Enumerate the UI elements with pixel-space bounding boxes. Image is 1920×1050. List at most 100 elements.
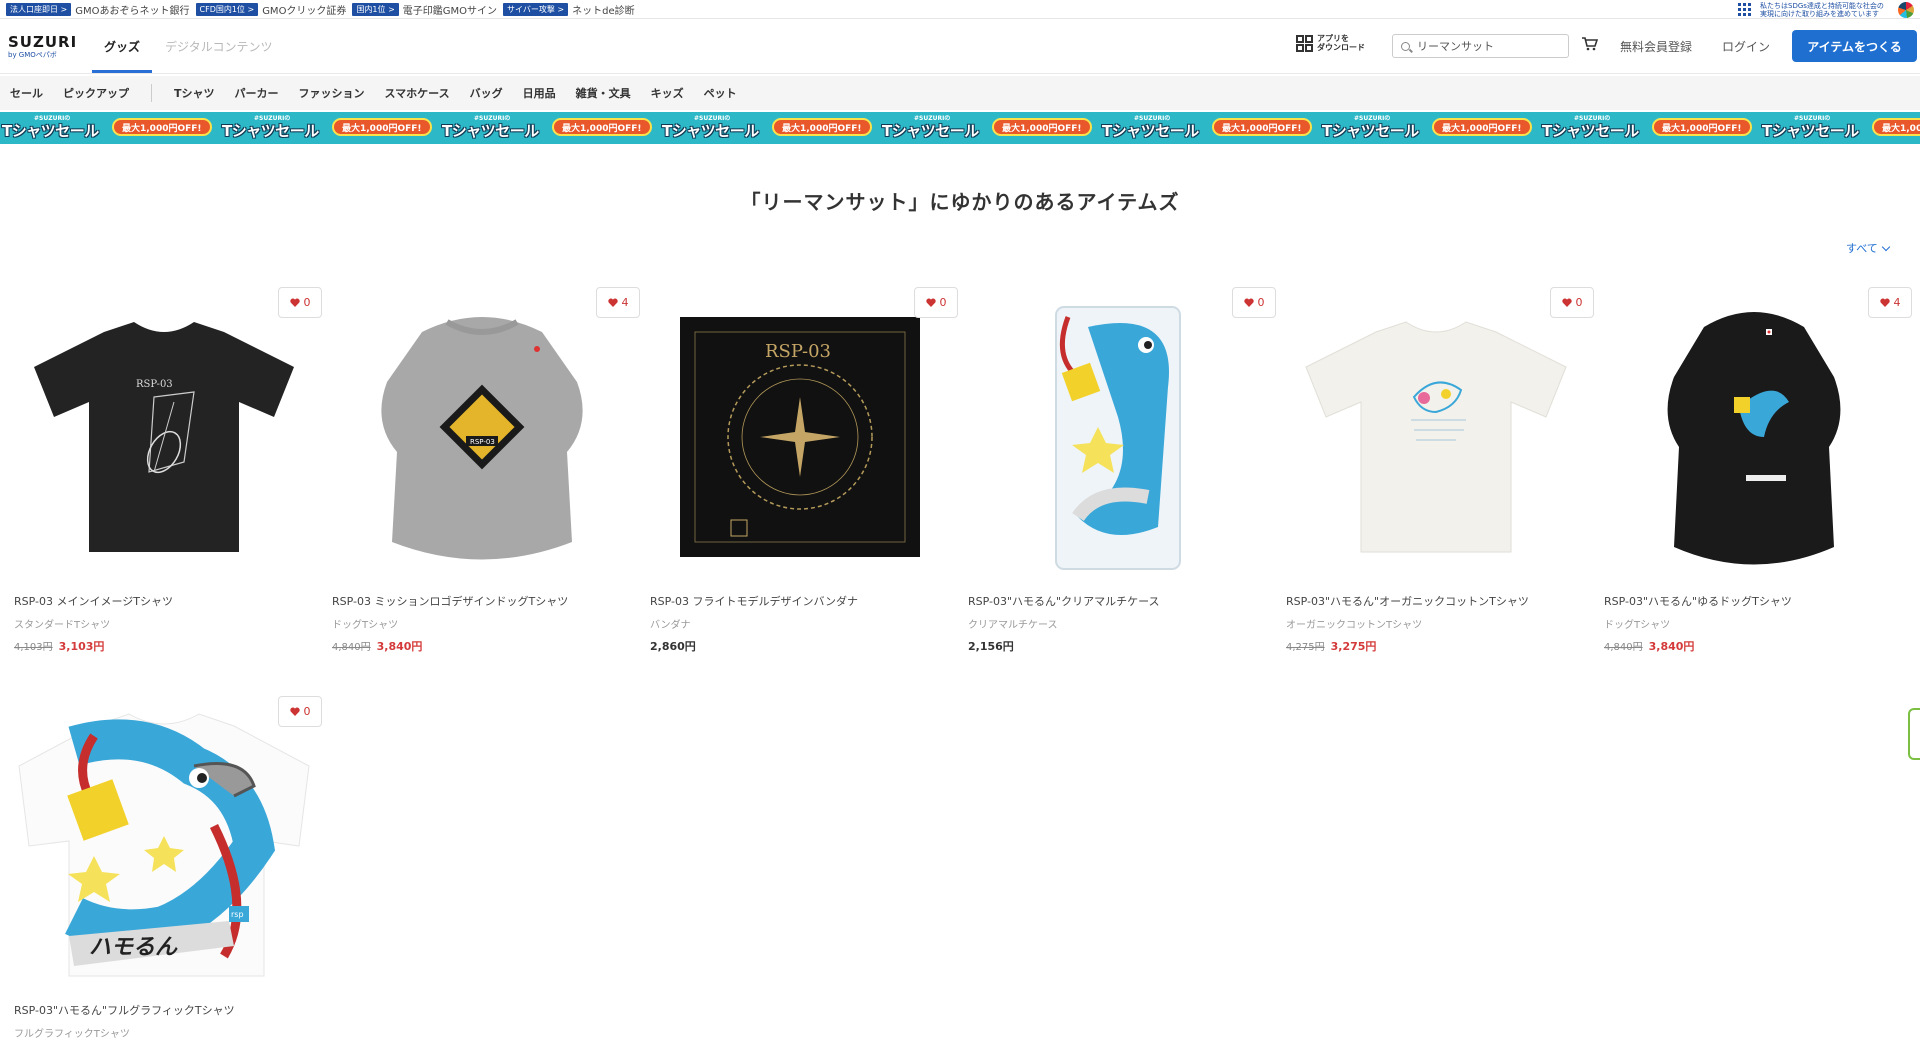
like-button[interactable]: 0: [914, 287, 958, 318]
banner-unit: #SUZURIのTシャツセール最大1,000円OFF!: [220, 112, 440, 144]
suzuri-logo[interactable]: SUZURI by GMOペパボ: [8, 33, 77, 60]
category-bag[interactable]: バッグ: [470, 85, 503, 101]
product-card[interactable]: RSP-03 0 RSP-03 メインイメージTシャツ スタンダードTシャツ 4…: [14, 287, 322, 654]
cart-icon[interactable]: [1582, 37, 1598, 51]
price-sale: 3,275円: [1330, 640, 1377, 653]
gmo-link-aozora[interactable]: 法人口座即日 > GMOあおぞらネット銀行: [6, 2, 190, 17]
side-feedback-tab[interactable]: [1908, 708, 1920, 760]
product-card[interactable]: ハモるん rsp 0 RSP-03"ハモるん"フルグラフィックTシャツ フルグラ…: [14, 696, 322, 1040]
like-button[interactable]: 4: [596, 287, 640, 318]
bandana-image: RSP-03: [680, 317, 920, 557]
gmo-right-area: 私たちはSDGs達成と持続可能な社会の実現に向けた取り組みを進めています: [1738, 0, 1914, 19]
heart-icon: [1879, 298, 1890, 307]
like-button[interactable]: 0: [278, 287, 322, 318]
product-card[interactable]: RSP-03 0 RSP-03 フライトモデルデザインバンダナ バンダナ 2,8…: [650, 287, 958, 654]
category-kids[interactable]: キッズ: [651, 85, 684, 101]
register-link[interactable]: 無料会員登録: [1620, 38, 1692, 55]
gmo-link-sign[interactable]: 国内1位 > 電子印鑑GMOサイン: [352, 2, 497, 17]
category-phone-case[interactable]: スマホケース: [385, 85, 450, 101]
search-box[interactable]: [1392, 34, 1569, 58]
product-card[interactable]: RSP-03 4 RSP-03 ミッションロゴデザインドッグTシャツ ドッグTシ…: [332, 287, 640, 654]
heart-icon: [1561, 298, 1572, 307]
like-button[interactable]: 0: [1232, 287, 1276, 318]
price-original: 4,103円: [14, 642, 53, 653]
tab-goods[interactable]: グッズ: [104, 38, 140, 55]
product-card[interactable]: 0 RSP-03"ハモるん"クリアマルチケース クリアマルチケース 2,156円: [968, 287, 1276, 654]
gmo-link-click[interactable]: CFD国内1位 > GMOクリック証券: [195, 2, 346, 17]
banner-title: Tシャツセール: [882, 122, 979, 140]
sdgs-wheel-icon[interactable]: [1898, 1, 1914, 18]
search-icon[interactable]: [1401, 41, 1410, 51]
like-button[interactable]: 0: [1550, 287, 1594, 318]
product-image[interactable]: RSP-03 0: [14, 287, 322, 587]
product-title[interactable]: RSP-03 メインイメージTシャツ: [14, 593, 314, 609]
gmo-badge: 国内1位 >: [352, 2, 399, 16]
product-image[interactable]: 0: [1286, 287, 1594, 587]
gmo-badge: CFD国内1位 >: [195, 2, 259, 16]
product-title[interactable]: RSP-03 フライトモデルデザインバンダナ: [650, 593, 950, 609]
category-nav: セール ピックアップ Tシャツ パーカー ファッション スマホケース バッグ 日…: [0, 76, 1920, 110]
category-pet[interactable]: ペット: [704, 85, 737, 101]
sdgs-text[interactable]: 私たちはSDGs達成と持続可能な社会の実現に向けた取り組みを進めています: [1760, 2, 1890, 18]
tshirt-print-text: RSP-03: [136, 379, 173, 390]
gmo-link-text: ネットde診断: [572, 5, 635, 17]
price: 2,860円: [650, 640, 696, 653]
category-divider: [151, 84, 152, 102]
category-pickup[interactable]: ピックアップ: [63, 85, 129, 101]
product-card[interactable]: 4 RSP-03"ハモるん"ゆるドッグTシャツ ドッグTシャツ 4,840円 3…: [1604, 287, 1912, 654]
price-sale: 3,103円: [58, 640, 105, 653]
category-parka[interactable]: パーカー: [235, 85, 279, 101]
gmo-link-netde[interactable]: サイバー攻撃 > ネットde診断: [503, 2, 635, 17]
black-dog-tshirt-image: [1667, 312, 1841, 565]
app-download-link[interactable]: アプリを ダウンロード: [1296, 34, 1365, 52]
banner-unit: #SUZURIのTシャツセール最大1,000円OFF!: [0, 112, 220, 144]
product-image[interactable]: ハモるん rsp 0: [14, 696, 322, 996]
banner-title: Tシャツセール: [442, 122, 539, 140]
search-input[interactable]: [1417, 39, 1557, 53]
tab-digital-content[interactable]: デジタルコンテンツ: [165, 38, 273, 55]
clear-case-image: [1055, 306, 1181, 570]
banner-discount-badge: 最大1,000円OFF!: [1872, 118, 1920, 136]
sale-banner[interactable]: #SUZURIの Tシャツセール 最大1,000円OFF! #SUZURIの Tシャツセ…: [0, 112, 1920, 144]
product-title[interactable]: RSP-03 ミッションロゴデザインドッグTシャツ: [332, 593, 632, 609]
bandana-print-text: RSP-03: [765, 341, 831, 362]
banner-title: Tシャツセール: [1762, 122, 1859, 140]
category-goods-stationery[interactable]: 雑貨・文具: [576, 85, 631, 101]
see-all-dropdown[interactable]: すべて: [1846, 240, 1891, 256]
category-daily[interactable]: 日用品: [523, 85, 556, 101]
banner-unit: #SUZURIのTシャツセール最大1,000円OFF!: [1540, 112, 1760, 144]
see-all-label: すべて: [1846, 242, 1878, 255]
product-type: オーガニックコットンTシャツ: [1286, 620, 1423, 631]
product-price: 4,840円 3,840円: [332, 638, 632, 654]
product-image[interactable]: RSP-03 0: [650, 287, 958, 587]
like-button[interactable]: 4: [1868, 287, 1912, 318]
like-count: 0: [1257, 296, 1265, 309]
organic-tshirt-image: [1305, 321, 1567, 553]
like-button[interactable]: 0: [278, 696, 322, 727]
banner-unit: #SUZURIのTシャツセール最大1,000円OFF!: [1100, 112, 1320, 144]
price-original: 4,840円: [1604, 642, 1643, 653]
product-image[interactable]: RSP-03 4: [332, 287, 640, 587]
full-graphic-print-text: ハモるん: [89, 935, 178, 960]
product-title[interactable]: RSP-03"ハモるん"フルグラフィックTシャツ: [14, 1002, 314, 1018]
app-download-line1: アプリを: [1317, 34, 1349, 43]
product-type: クリアマルチケース: [968, 620, 1058, 631]
like-count: 0: [303, 705, 311, 718]
product-title[interactable]: RSP-03"ハモるん"ゆるドッグTシャツ: [1604, 593, 1904, 609]
product-card[interactable]: 0 RSP-03"ハモるん"オーガニックコットンTシャツ オーガニックコットンT…: [1286, 287, 1594, 654]
login-link[interactable]: ログイン: [1722, 38, 1770, 55]
product-title[interactable]: RSP-03"ハモるん"クリアマルチケース: [968, 593, 1268, 609]
product-image[interactable]: 4: [1604, 287, 1912, 587]
create-item-button[interactable]: アイテムをつくる: [1792, 30, 1917, 62]
dog-tshirt-print-text: RSP-03: [470, 438, 495, 446]
category-tshirt[interactable]: Tシャツ: [174, 85, 215, 101]
product-title[interactable]: RSP-03"ハモるん"オーガニックコットンTシャツ: [1286, 593, 1586, 609]
banner-title: Tシャツセール: [1102, 122, 1199, 140]
logo-sub-text: by GMOペパボ: [8, 51, 57, 59]
category-fashion[interactable]: ファッション: [299, 85, 365, 101]
apps-grid-icon[interactable]: [1738, 2, 1752, 17]
category-sale[interactable]: セール: [10, 85, 43, 101]
like-count: 0: [939, 296, 947, 309]
product-image[interactable]: 0: [968, 287, 1276, 587]
gray-dog-tshirt-image: RSP-03: [381, 317, 583, 560]
